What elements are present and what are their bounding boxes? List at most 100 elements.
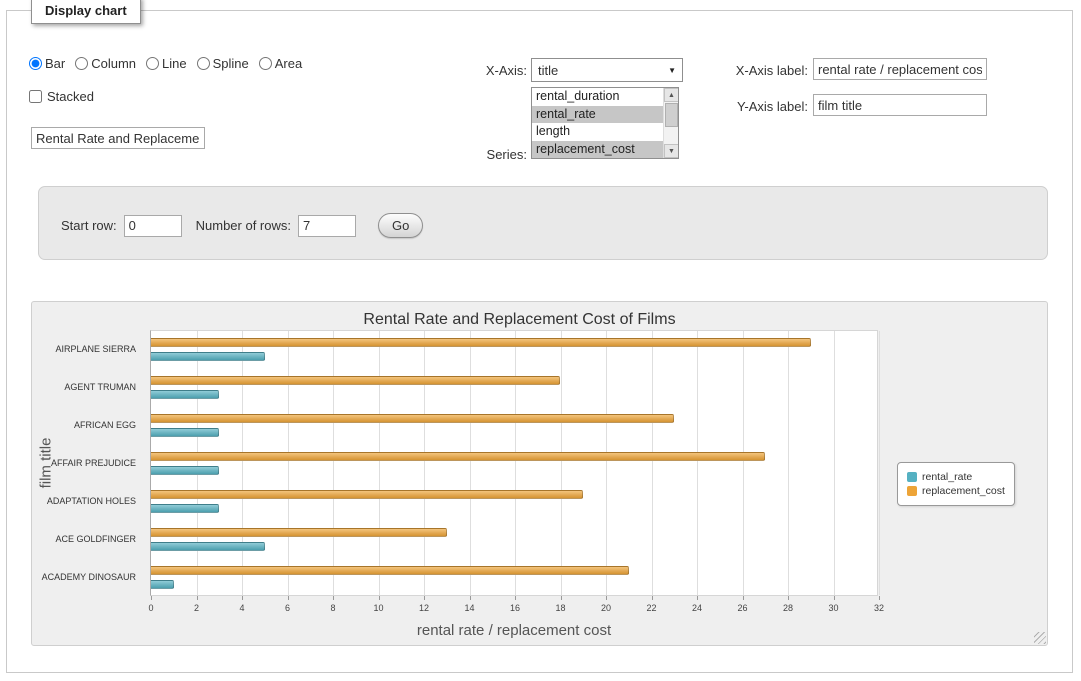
x-tick-label: 32: [874, 603, 884, 613]
chart-x-axis-title: rental rate / replacement cost: [150, 622, 878, 639]
x-tick-label: 12: [419, 603, 429, 613]
x-tick-label: 24: [692, 603, 702, 613]
radio-spline[interactable]: Spline: [197, 56, 249, 71]
x-axis-select-label: X-Axis:: [437, 63, 527, 78]
legend-label: rental_rate: [922, 471, 972, 483]
gridline: [242, 331, 243, 595]
x-tick-label: 28: [783, 603, 793, 613]
chart-category-labels: AIRPLANE SIERRAAGENT TRUMANAFRICAN EGGAF…: [32, 330, 144, 596]
series-option-rental_duration[interactable]: rental_duration: [532, 88, 663, 106]
number-of-rows-label: Number of rows:: [196, 218, 291, 233]
y-category-label: ACE GOLDFINGER: [32, 534, 144, 544]
bar-rental_rate: [151, 504, 219, 513]
bar-replacement_cost: [151, 414, 674, 423]
x-tick-mark: [561, 596, 562, 600]
gridline: [561, 331, 562, 595]
gridline: [333, 331, 334, 595]
x-tick-mark: [242, 596, 243, 600]
x-tick-mark: [697, 596, 698, 600]
bar-replacement_cost: [151, 376, 560, 385]
x-tick-mark: [424, 596, 425, 600]
bar-replacement_cost: [151, 490, 583, 499]
legend-swatch: [907, 486, 917, 496]
radio-area-input[interactable]: [259, 57, 272, 70]
radio-column-label: Column: [91, 56, 136, 71]
go-button[interactable]: Go: [378, 213, 423, 238]
gridline: [879, 331, 880, 595]
start-row-input[interactable]: [124, 215, 182, 237]
y-axis-label-input[interactable]: [813, 94, 987, 116]
x-tick-mark: [288, 596, 289, 600]
number-of-rows-input[interactable]: [298, 215, 356, 237]
gridline: [834, 331, 835, 595]
legend-item-rental_rate[interactable]: rental_rate: [907, 471, 1005, 483]
gridline: [424, 331, 425, 595]
x-axis-label-label: X-Axis label:: [653, 63, 808, 78]
x-tick-label: 4: [239, 603, 244, 613]
x-tick-mark: [470, 596, 471, 600]
series-option-rental_rate[interactable]: rental_rate: [532, 106, 663, 124]
radio-column[interactable]: Column: [75, 56, 136, 71]
legend-label: replacement_cost: [922, 485, 1005, 497]
x-tick-label: 30: [828, 603, 838, 613]
gridline: [470, 331, 471, 595]
legend-item-replacement_cost[interactable]: replacement_cost: [907, 485, 1005, 497]
y-category-label: AFFAIR PREJUDICE: [32, 458, 144, 468]
chart-legend: rental_rate replacement_cost: [897, 462, 1015, 506]
y-axis-label-label: Y-Axis label:: [653, 99, 808, 114]
x-tick-mark: [333, 596, 334, 600]
bar-rental_rate: [151, 580, 174, 589]
x-tick-mark: [197, 596, 198, 600]
x-tick-mark: [652, 596, 653, 600]
series-option-replacement_cost[interactable]: replacement_cost: [532, 141, 663, 159]
chart-title-input[interactable]: [31, 127, 205, 149]
x-tick-mark: [879, 596, 880, 600]
x-tick-label: 20: [601, 603, 611, 613]
scroll-down-icon[interactable]: ▼: [664, 144, 679, 158]
chart-panel: Rental Rate and Replacement Cost of Film…: [31, 301, 1048, 646]
legend-swatch: [907, 472, 917, 482]
radio-line-label: Line: [162, 56, 187, 71]
gridline: [652, 331, 653, 595]
x-axis-label-input[interactable]: [813, 58, 987, 80]
bar-replacement_cost: [151, 338, 811, 347]
chart-title: Rental Rate and Replacement Cost of Film…: [32, 311, 1007, 329]
radio-bar-input[interactable]: [29, 57, 42, 70]
radio-bar-label: Bar: [45, 56, 65, 71]
radio-area-label: Area: [275, 56, 302, 71]
gridline: [515, 331, 516, 595]
radio-area[interactable]: Area: [259, 56, 302, 71]
stacked-label: Stacked: [47, 89, 94, 104]
stacked-checkbox-input[interactable]: [29, 90, 42, 103]
y-category-label: ACADEMY DINOSAUR: [32, 572, 144, 582]
resize-handle-icon[interactable]: [1034, 632, 1046, 644]
x-tick-label: 2: [194, 603, 199, 613]
x-tick-label: 10: [373, 603, 383, 613]
x-tick-label: 8: [330, 603, 335, 613]
gridline: [379, 331, 380, 595]
series-option-length[interactable]: length: [532, 123, 663, 141]
x-tick-mark: [834, 596, 835, 600]
x-tick-mark: [379, 596, 380, 600]
radio-column-input[interactable]: [75, 57, 88, 70]
display-chart-legend: Display chart: [31, 0, 141, 24]
gridline: [697, 331, 698, 595]
y-category-label: AIRPLANE SIERRA: [32, 344, 144, 354]
gridline: [288, 331, 289, 595]
radio-bar[interactable]: Bar: [29, 56, 65, 71]
x-tick-label: 22: [646, 603, 656, 613]
bar-replacement_cost: [151, 528, 447, 537]
x-tick-label: 16: [510, 603, 520, 613]
page: Display chart Bar Column Line Spline Are…: [0, 0, 1081, 681]
bar-rental_rate: [151, 542, 265, 551]
series-listbox[interactable]: rental_durationrental_ratelengthreplacem…: [531, 87, 679, 159]
radio-line[interactable]: Line: [146, 56, 187, 71]
radio-spline-input[interactable]: [197, 57, 210, 70]
stacked-checkbox[interactable]: Stacked: [29, 89, 94, 104]
series-listbox-options: rental_durationrental_ratelengthreplacem…: [532, 88, 663, 158]
x-tick-mark: [151, 596, 152, 600]
y-category-label: AGENT TRUMAN: [32, 382, 144, 392]
radio-spline-label: Spline: [213, 56, 249, 71]
bar-rental_rate: [151, 466, 219, 475]
radio-line-input[interactable]: [146, 57, 159, 70]
